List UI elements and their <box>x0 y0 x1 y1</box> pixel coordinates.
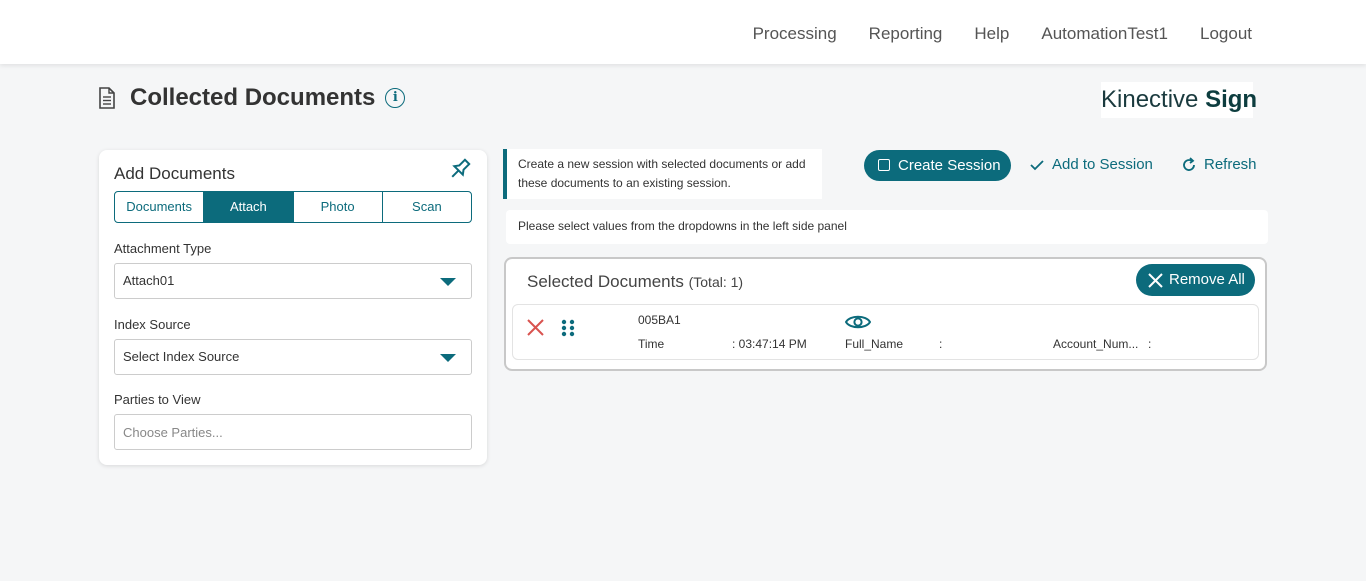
selected-documents-panel: Selected Documents (Total: 1) Remove All… <box>504 257 1267 371</box>
create-session-label: Create Session <box>898 157 1001 174</box>
tab-photo[interactable]: Photo <box>294 192 383 222</box>
add-to-session-label: Add to Session <box>1052 156 1153 173</box>
chevron-down-icon <box>440 278 456 286</box>
attachment-type-value: Attach01 <box>123 273 175 288</box>
pin-icon[interactable] <box>447 156 473 182</box>
account-number-label: Account_Num... <box>1053 337 1139 351</box>
square-icon <box>878 159 890 171</box>
brand-name-light: Kinective <box>1101 86 1199 113</box>
attachment-type-label: Attachment Type <box>114 241 212 256</box>
dropdown-notice: Please select values from the dropdowns … <box>506 210 1268 244</box>
top-navbar: Processing Reporting Help AutomationTest… <box>0 0 1366 64</box>
add-documents-panel: Add Documents Documents Attach Photo Sca… <box>99 150 487 465</box>
chevron-down-icon <box>440 354 456 362</box>
account-number-value: : <box>1148 337 1152 351</box>
index-source-select[interactable]: Select Index Source <box>114 339 472 375</box>
drag-handle-icon[interactable] <box>561 319 575 337</box>
main-nav: Processing Reporting Help AutomationTest… <box>721 24 1252 44</box>
brand-logo: Kinective Sign <box>1101 82 1257 118</box>
session-hint: Create a new session with selected docum… <box>503 149 822 199</box>
create-session-button[interactable]: Create Session <box>864 150 1011 181</box>
nav-processing[interactable]: Processing <box>753 24 837 44</box>
close-icon <box>1148 273 1163 288</box>
x-icon[interactable] <box>527 319 544 336</box>
index-source-value: Select Index Source <box>123 349 240 364</box>
check-icon <box>1030 160 1044 171</box>
brand-name-bold: Sign <box>1205 86 1258 113</box>
add-documents-title: Add Documents <box>114 164 235 183</box>
remove-all-label: Remove All <box>1169 271 1245 288</box>
eye-icon[interactable] <box>845 313 871 331</box>
time-value: : 03:47:14 PM <box>732 337 807 351</box>
parties-label: Parties to View <box>114 392 201 407</box>
tab-scan[interactable]: Scan <box>383 192 471 222</box>
document-name: 005BA1 <box>638 313 681 327</box>
nav-reporting[interactable]: Reporting <box>869 24 943 44</box>
full-name-value: : <box>939 337 943 351</box>
attachment-type-select[interactable]: Attach01 <box>114 263 472 299</box>
refresh-icon <box>1183 157 1195 171</box>
attach-mode-tabs: Documents Attach Photo Scan <box>114 191 472 223</box>
selected-documents-total: (Total: 1) <box>688 274 744 290</box>
refresh-button[interactable]: Refresh <box>1181 156 1257 173</box>
page-header: Collected Documents i <box>98 84 406 112</box>
nav-help[interactable]: Help <box>974 24 1009 44</box>
selected-documents-heading: Selected Documents <box>527 272 684 291</box>
selected-document-row: 005BA1 Time : 03:47:14 PM Full_Name : Ac… <box>512 304 1259 360</box>
parties-input[interactable] <box>114 414 472 450</box>
time-label: Time <box>638 337 665 351</box>
selected-documents-title: Selected Documents (Total: 1) <box>527 272 743 292</box>
refresh-label: Refresh <box>1204 156 1257 173</box>
nav-logout[interactable]: Logout <box>1200 24 1252 44</box>
nav-user[interactable]: AutomationTest1 <box>1041 24 1168 44</box>
tab-documents[interactable]: Documents <box>115 192 205 222</box>
index-source-label: Index Source <box>114 317 191 332</box>
info-icon[interactable]: i <box>385 88 406 108</box>
remove-all-button[interactable]: Remove All <box>1136 264 1255 296</box>
tab-attach[interactable]: Attach <box>204 192 294 222</box>
add-to-session-button[interactable]: Add to Session <box>1029 156 1153 173</box>
document-icon <box>99 87 115 109</box>
full-name-label: Full_Name <box>845 337 904 351</box>
page-title: Collected Documents <box>130 84 376 111</box>
